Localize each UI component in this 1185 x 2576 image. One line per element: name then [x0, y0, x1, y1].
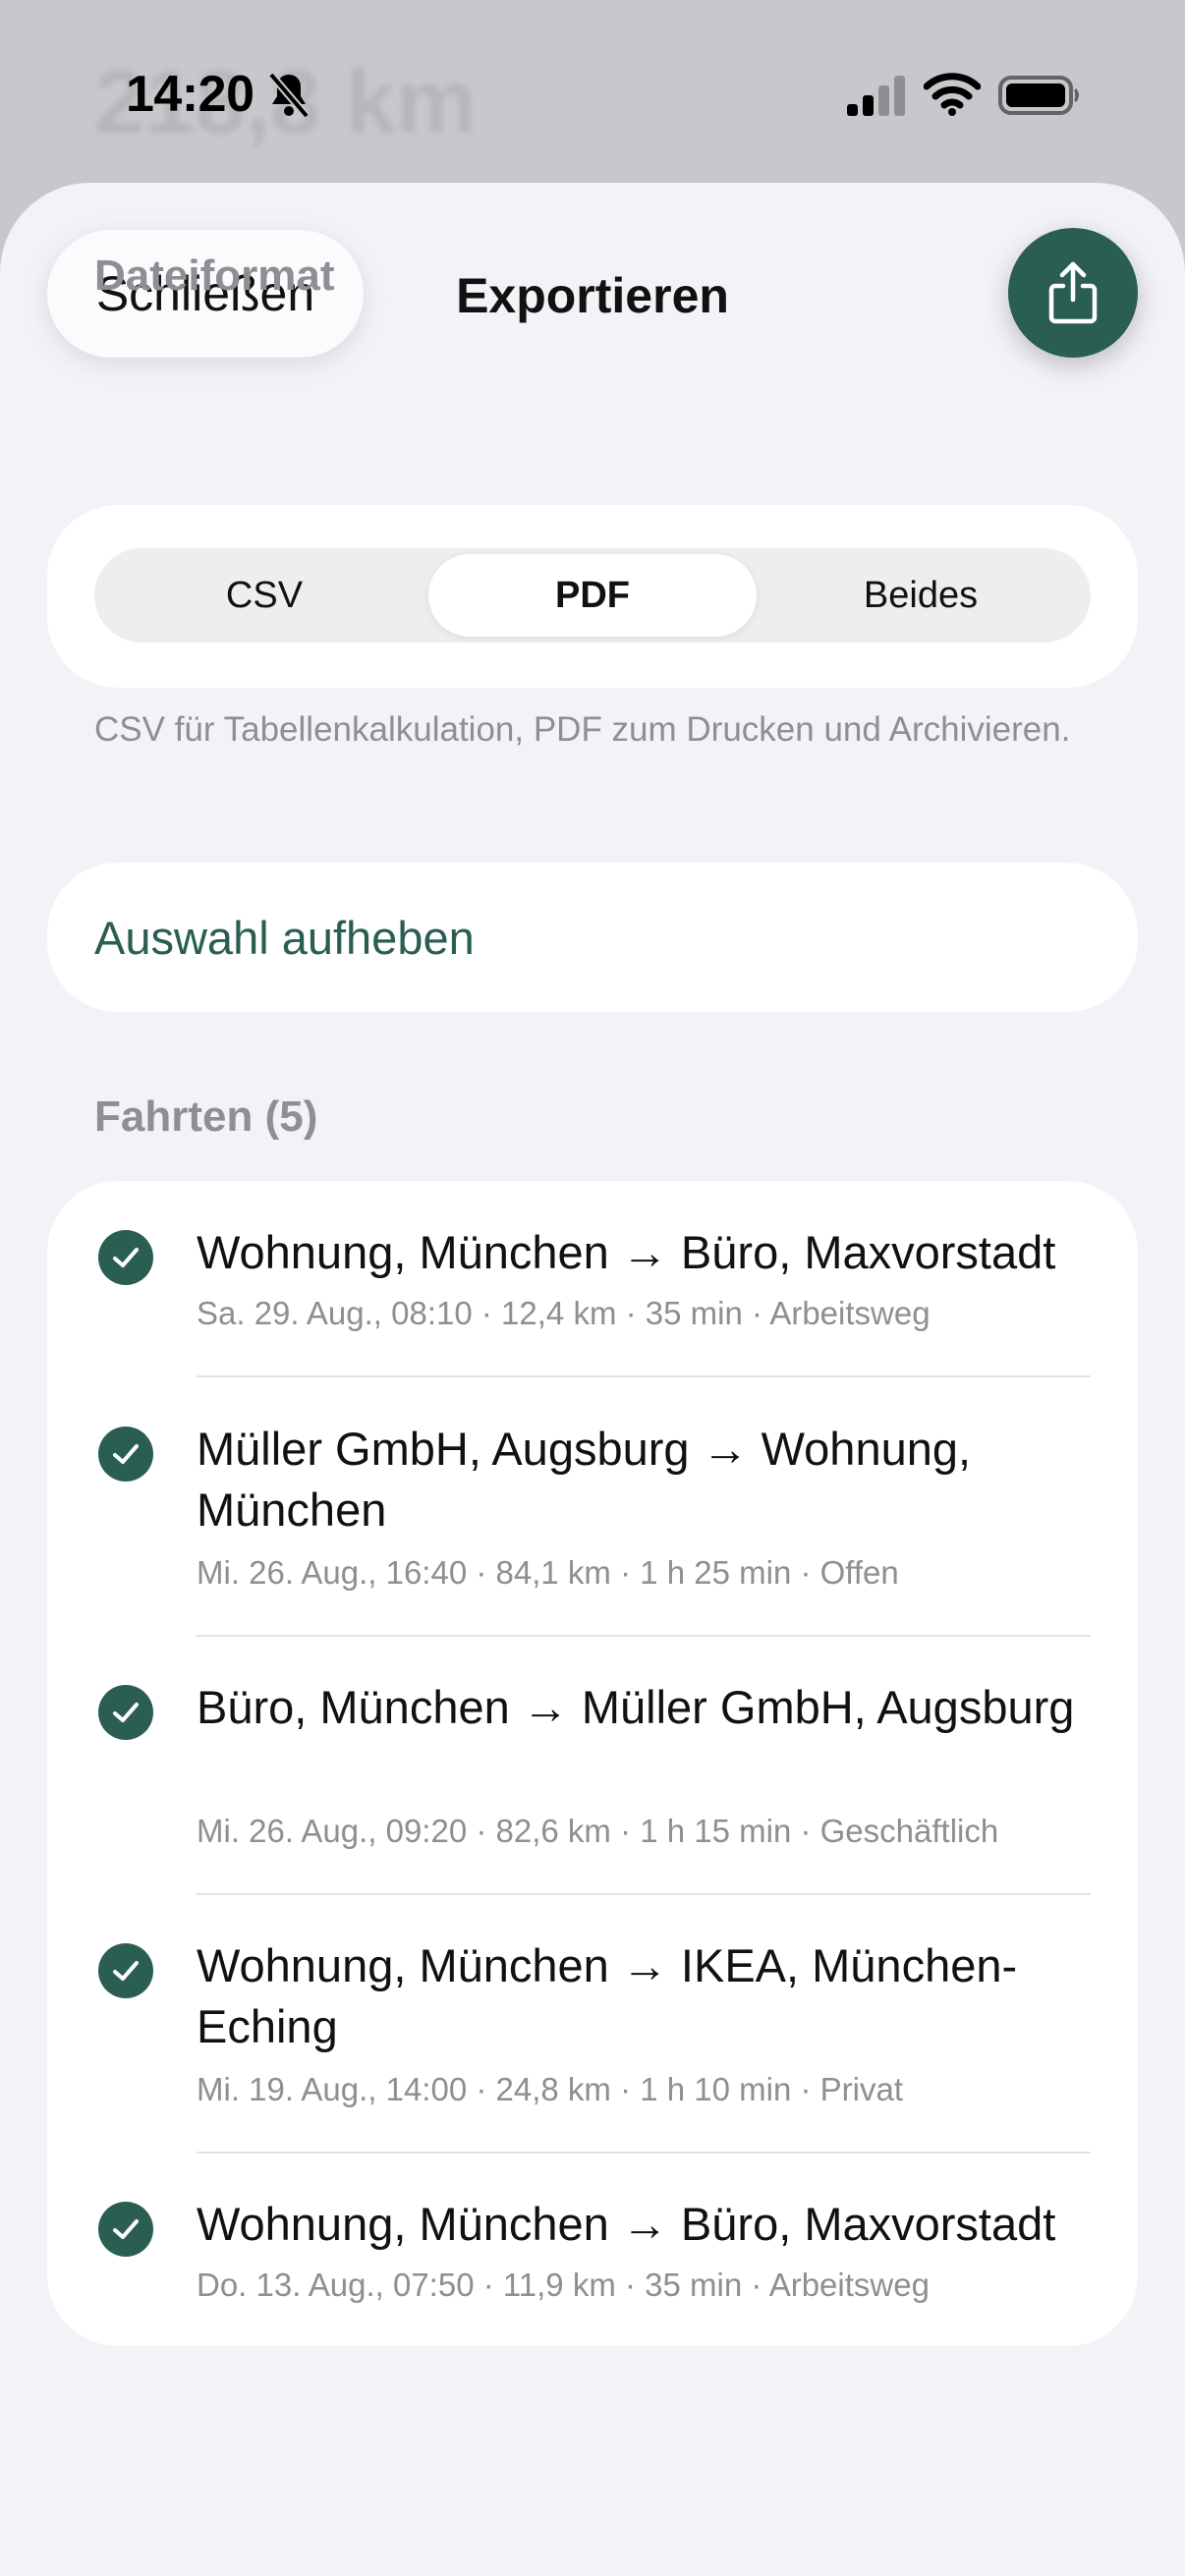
format-footnote: CSV für Tabellenkalkulation, PDF zum Dru… — [94, 710, 1071, 749]
row-divider — [197, 2152, 1091, 2154]
format-option-csv[interactable]: CSV — [100, 554, 428, 637]
checkmark-circle-icon[interactable] — [98, 1230, 153, 1285]
trip-meta: Do. 13. Aug., 07:50 · 11,9 km · 35 min ·… — [197, 2267, 930, 2303]
share-button[interactable] — [1008, 228, 1138, 358]
format-option-both[interactable]: Beides — [757, 554, 1085, 637]
sheet-title: Exportieren — [456, 268, 729, 323]
trip-meta: Mi. 26. Aug., 09:20 · 82,6 km · 1 h 15 m… — [197, 1813, 999, 1849]
format-segmented-control: CSV PDF Beides — [94, 548, 1091, 643]
trip-title: Müller GmbH, Augsburg → Wohnung, München — [197, 1423, 972, 1536]
status-bar: 14:20 — [0, 0, 1185, 187]
status-time: 14:20 — [126, 66, 254, 123]
deselect-all-label: Auswahl aufheben — [94, 911, 475, 964]
export-sheet: Schließen Exportieren Dateiformat CSV PD… — [0, 183, 1185, 2576]
checkmark-circle-icon[interactable] — [98, 2202, 153, 2257]
format-option-pdf[interactable]: PDF — [428, 554, 757, 637]
cellular-signal-icon — [847, 76, 905, 116]
trip-title: Büro, München → Müller GmbH, Augsburg — [197, 1681, 1075, 1733]
trips-section-header: Fahrten (5) — [94, 1092, 318, 1141]
deselect-all-button[interactable]: Auswahl aufheben — [47, 863, 1138, 1012]
format-section-header: Dateiformat — [94, 252, 335, 300]
row-divider — [197, 1893, 1091, 1895]
format-card: CSV PDF Beides — [47, 505, 1138, 688]
bell-slash-icon — [267, 72, 310, 119]
row-divider — [197, 1375, 1091, 1377]
wifi-icon — [924, 73, 981, 116]
checkmark-circle-icon[interactable] — [98, 1943, 153, 1998]
trip-row[interactable]: Müller GmbH, Augsburg → Wohnung, München… — [47, 1377, 1138, 1635]
trip-row[interactable]: Büro, München → Müller GmbH, Augsburg Mi… — [47, 1636, 1138, 1893]
trip-title: Wohnung, München → Büro, Maxvorstadt — [197, 1226, 1056, 1278]
trips-list: Wohnung, München → Büro, Maxvorstadt Sa.… — [47, 1181, 1138, 2346]
trip-meta: Mi. 26. Aug., 16:40 · 84,1 km · 1 h 25 m… — [197, 1554, 899, 1591]
checkmark-circle-icon[interactable] — [98, 1685, 153, 1740]
trip-row[interactable]: Wohnung, München → IKEA, München-Eching … — [47, 1894, 1138, 2152]
share-icon — [1048, 261, 1098, 324]
trip-meta: Mi. 19. Aug., 14:00 · 24,8 km · 1 h 10 m… — [197, 2071, 903, 2107]
trip-row[interactable]: Wohnung, München → Büro, Maxvorstadt Do.… — [47, 2153, 1138, 2346]
trip-title: Wohnung, München → IKEA, München-Eching — [197, 1939, 1018, 2052]
screen: 218,8 km 14:20 Schließen Exportieren Dat… — [0, 0, 1185, 2576]
trip-meta: Sa. 29. Aug., 08:10 · 12,4 km · 35 min ·… — [197, 1295, 931, 1331]
battery-icon — [998, 76, 1079, 115]
trip-row[interactable]: Wohnung, München → Büro, Maxvorstadt Sa.… — [47, 1181, 1138, 1375]
row-divider — [197, 1635, 1091, 1637]
trip-title: Wohnung, München → Büro, Maxvorstadt — [197, 2198, 1056, 2250]
checkmark-circle-icon[interactable] — [98, 1427, 153, 1482]
